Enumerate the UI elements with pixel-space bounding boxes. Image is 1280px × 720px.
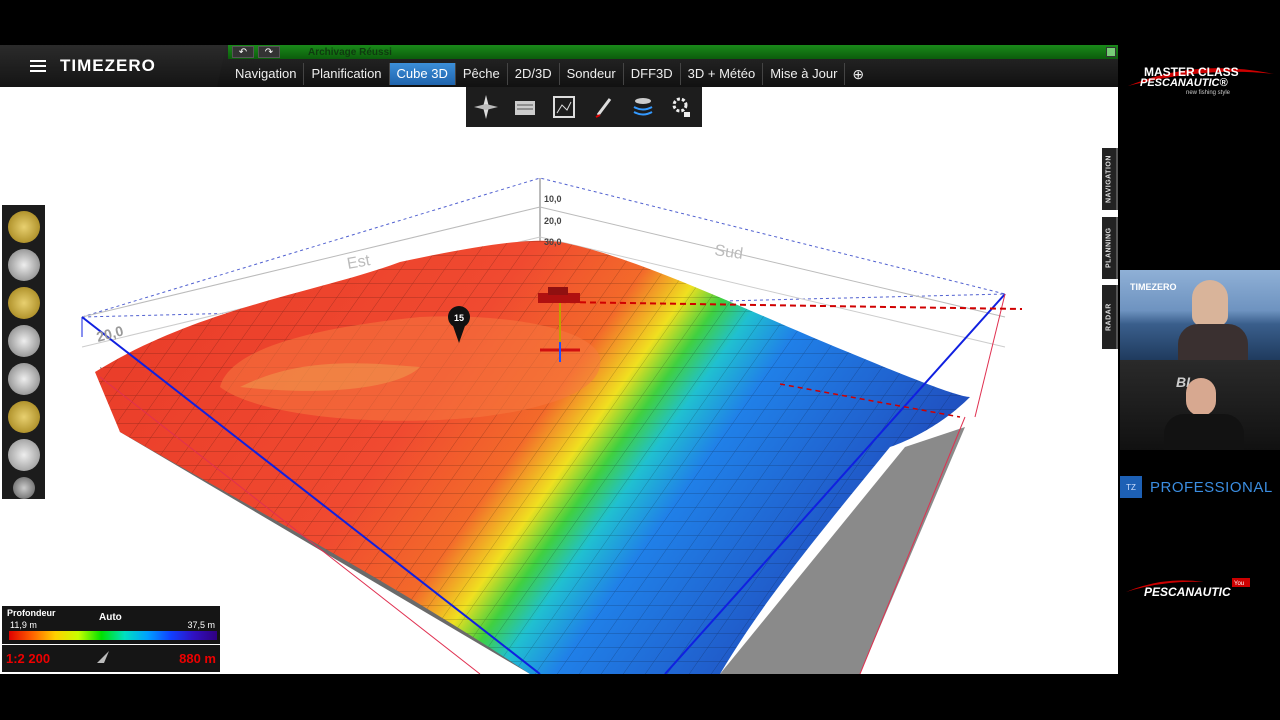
legend-min: 11,9 m [10,620,37,630]
status-bar: ↶ ↷ Archivage Réussi [228,45,1118,59]
terrain-3d: 15 Est Sud 20,0 10,0 20,0 30,0 [81,177,1023,674]
sonar-icon[interactable] [629,93,657,121]
youtube-badge: You [1234,581,1244,587]
scale-ratio: 1:2 200 [6,651,51,666]
brand-name: TIMEZERO [60,56,156,75]
axis-label-east: Est [346,252,372,273]
screen: 15 Est Sud 20,0 10,0 20,0 30,0 TIMEZERO … [0,0,1280,720]
legend-mode[interactable]: Auto [99,612,122,623]
brand-menu[interactable]: TIMEZERO [0,45,226,87]
marker-label: 15 [454,313,464,323]
tab-sondeur[interactable]: Sondeur [560,63,624,85]
masterclass-logo: MASTER CLASS PESCANAUTIC® new fishing st… [1126,56,1276,98]
legend-title: Profondeur [7,608,56,618]
mark-icon[interactable] [7,287,40,319]
status-message: Archivage Réussi [308,46,392,58]
side-tab-planning[interactable]: PLANNING [1102,217,1118,279]
settings-icon[interactable] [12,477,35,499]
zoom-out-icon[interactable] [7,363,40,395]
depth-legend: Profondeur Auto 11,9 m 37,5 m [2,606,220,644]
depth-tick-1: 10,0 [544,194,562,204]
compass-icon[interactable] [472,93,500,121]
axis-label-south: Sud [713,242,744,263]
pro-label: PROFESSIONAL [1150,478,1273,496]
tab-cube-3d[interactable]: Cube 3D [389,63,456,85]
north-arrow-icon [97,651,109,663]
cube-3d-view[interactable]: 15 Est Sud 20,0 10,0 20,0 30,0 [0,87,1118,674]
scale-bar: 1:2 200 880 m [2,645,220,672]
side-tab-radar[interactable]: RADAR [1102,285,1118,349]
depth-side-label: 20,0 [95,322,126,345]
depth-color-bar [9,631,217,640]
pen-icon[interactable] [590,93,618,121]
side-tab-navigation[interactable]: NAVIGATION [1102,148,1118,210]
tab-mise-a-jour[interactable]: Mise à Jour [763,63,846,85]
ruler-icon[interactable] [7,211,40,243]
webcam-feed-2: BI [1120,360,1280,450]
workspace-tabs: Navigation Planification Cube 3D Pêche 2… [228,63,871,85]
hand-icon[interactable] [7,439,40,471]
legend-max: 37,5 m [187,620,215,630]
minimize-icon[interactable] [1106,47,1116,57]
redo-button[interactable]: ↷ [258,46,280,58]
bottom-brand: PESCANAUTIC [1144,585,1231,599]
professional-badge: TZ PROFESSIONAL [1120,475,1280,499]
tab-3d-meteo[interactable]: 3D + Météo [681,63,764,85]
webcam-feed-1: TIMEZERO [1120,270,1280,360]
undo-button[interactable]: ↶ [232,46,254,58]
timezero-window: 15 Est Sud 20,0 10,0 20,0 30,0 TIMEZERO … [0,45,1118,674]
title-bar: TIMEZERO ↶ ↷ Archivage Réussi Navigation… [0,45,1118,87]
brand-tagline: new fishing style [1186,90,1231,96]
settings-lock-icon[interactable] [668,93,696,121]
pescanautic-logo: PESCANAUTIC You [1124,574,1274,602]
tab-peche[interactable]: Pêche [456,63,508,85]
tab-navigation[interactable]: Navigation [228,63,305,85]
scale-distance: 880 m [179,651,216,666]
depth-tick-3: 30,0 [544,237,562,247]
left-toolbar [2,205,45,499]
cam1-label: TIMEZERO [1130,282,1177,292]
tab-planification[interactable]: Planification [304,63,390,85]
zoom-in-icon[interactable] [7,325,40,357]
pro-logo-icon: TZ [1120,476,1142,498]
route-icon[interactable] [7,249,40,281]
add-tab-button[interactable]: ⊕ [845,63,871,85]
pan-icon[interactable] [7,401,40,433]
tab-2d-3d[interactable]: 2D/3D [508,63,560,85]
tool-palette [466,87,702,127]
tab-dff3d[interactable]: DFF3D [624,63,681,85]
frame-icon[interactable] [550,93,578,121]
chart-tool-icon[interactable] [511,93,539,121]
brand-line2: PESCANAUTIC® [1140,77,1228,89]
depth-tick-2: 20,0 [544,216,562,226]
hamburger-menu-icon[interactable] [30,60,46,72]
